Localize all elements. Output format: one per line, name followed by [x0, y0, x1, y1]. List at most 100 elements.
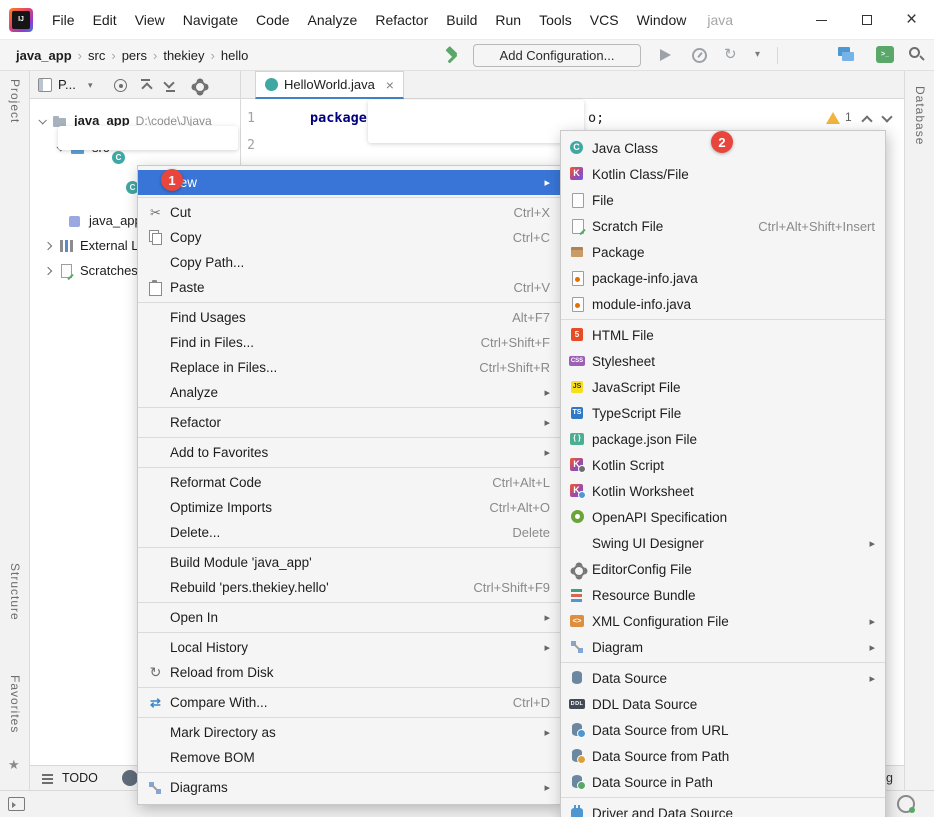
menu-item-data-source-from-path[interactable]: Data Source from Path — [561, 743, 885, 769]
menu-item-find-in-files[interactable]: Find in Files... Ctrl+Shift+F — [138, 330, 560, 355]
build-hammer-icon[interactable] — [444, 47, 461, 64]
menu-item-remove-bom[interactable]: Remove BOM — [138, 745, 560, 770]
tool-window-button-favorites[interactable]: Favorites — [8, 675, 22, 733]
menu-item-data-source-in-path[interactable]: Data Source in Path — [561, 769, 885, 795]
menu-item-delete[interactable]: Delete... Delete — [138, 520, 560, 545]
project-structure-icon[interactable] — [838, 47, 855, 63]
menubar-item-view[interactable]: View — [126, 0, 174, 40]
menu-item-xml-configuration-file[interactable]: XML Configuration File ▸ — [561, 608, 885, 634]
menubar-item-build[interactable]: Build — [437, 0, 486, 40]
menubar-item-window[interactable]: Window — [628, 0, 696, 40]
breadcrumb-item-thekiey[interactable]: thekiey — [161, 48, 206, 63]
favorites-star-icon[interactable] — [8, 757, 20, 773]
menubar-item-edit[interactable]: Edit — [84, 0, 126, 40]
menu-item-diagram[interactable]: Diagram ▸ — [561, 634, 885, 660]
menu-item-cut[interactable]: Cut Ctrl+X — [138, 200, 560, 225]
menu-item-kotlin-script[interactable]: Kotlin Script — [561, 452, 885, 478]
project-pane-icon[interactable] — [38, 78, 52, 92]
menu-item-refactor[interactable]: Refactor ▸ — [138, 410, 560, 435]
tree-chevron-icon[interactable] — [43, 266, 53, 275]
expand-all-icon[interactable] — [164, 79, 176, 92]
menu-item-file[interactable]: File — [561, 187, 885, 213]
menu-item-build-module-java-app[interactable]: Build Module 'java_app' — [138, 550, 560, 575]
menu-item-replace-in-files[interactable]: Replace in Files... Ctrl+Shift+R — [138, 355, 560, 380]
menu-item-mark-directory-as[interactable]: Mark Directory as ▸ — [138, 720, 560, 745]
tool-window-button-project[interactable]: Project — [8, 79, 22, 123]
menu-item-package[interactable]: Package — [561, 239, 885, 265]
profiler-icon[interactable] — [692, 48, 707, 63]
menu-item-html-file[interactable]: HTML File — [561, 322, 885, 348]
menu-item-data-source[interactable]: Data Source ▸ — [561, 665, 885, 691]
menu-item-editorconfig-file[interactable]: EditorConfig File — [561, 556, 885, 582]
menu-item-driver-and-data-source[interactable]: Driver and Data Source — [561, 800, 885, 817]
menu-item-reload-from-disk[interactable]: Reload from Disk — [138, 660, 560, 685]
menu-item-paste[interactable]: Paste Ctrl+V — [138, 275, 560, 300]
menu-item-javascript-file[interactable]: JavaScript File — [561, 374, 885, 400]
menu-item-swing-ui-designer[interactable]: Swing UI Designer ▸ — [561, 530, 885, 556]
menubar-item-code[interactable]: Code — [247, 0, 298, 40]
menu-item-rebuild-pers-thekiey-hello[interactable]: Rebuild 'pers.thekiey.hello' Ctrl+Shift+F… — [138, 575, 560, 600]
menu-item-optimize-imports[interactable]: Optimize Imports Ctrl+Alt+O — [138, 495, 560, 520]
collapse-all-icon[interactable] — [140, 79, 152, 92]
menubar-item-navigate[interactable]: Navigate — [174, 0, 247, 40]
tool-window-button-database[interactable]: Database — [913, 86, 927, 145]
add-configuration-button[interactable]: Add Configuration... — [473, 44, 641, 67]
menu-item-open-in[interactable]: Open In ▸ — [138, 605, 560, 630]
tree-chevron-icon[interactable] — [43, 241, 53, 250]
menu-item-new[interactable]: New ▸ — [138, 170, 560, 195]
menubar-item-refactor[interactable]: Refactor — [366, 0, 437, 40]
tool-window-button-structure[interactable]: Structure — [8, 563, 22, 621]
terminal-icon[interactable] — [876, 46, 894, 63]
toggle-toolwindows-icon[interactable] — [8, 797, 25, 811]
menu-item-package-info-java[interactable]: package-info.java — [561, 265, 885, 291]
menu-item-data-source-from-url[interactable]: Data Source from URL — [561, 717, 885, 743]
menubar-item-analyze[interactable]: Analyze — [299, 0, 367, 40]
menu-item-add-to-favorites[interactable]: Add to Favorites ▸ — [138, 440, 560, 465]
menu-item-package-json-file[interactable]: package.json File — [561, 426, 885, 452]
menu-item-reformat-code[interactable]: Reformat Code Ctrl+Alt+L — [138, 470, 560, 495]
status-circle-icon[interactable] — [122, 770, 138, 786]
menu-item-ddl-data-source[interactable]: DDL Data Source — [561, 691, 885, 717]
search-everywhere-icon[interactable] — [909, 47, 920, 58]
menu-item-copy[interactable]: Copy Ctrl+C — [138, 225, 560, 250]
menu-item-kotlin-worksheet[interactable]: Kotlin Worksheet — [561, 478, 885, 504]
menu-item-analyze[interactable]: Analyze ▸ — [138, 380, 560, 405]
next-warning-icon[interactable] — [881, 111, 893, 123]
menu-item-module-info-java[interactable]: module-info.java — [561, 291, 885, 317]
project-pane-caret-icon[interactable]: ▾ — [88, 71, 93, 99]
rerun-icon[interactable]: ↻ — [724, 45, 737, 63]
menubar-item-tools[interactable]: Tools — [530, 0, 581, 40]
menu-item-typescript-file[interactable]: TypeScript File — [561, 400, 885, 426]
run-icon[interactable] — [660, 49, 671, 61]
menu-item-stylesheet[interactable]: Stylesheet — [561, 348, 885, 374]
close-button[interactable]: × — [889, 0, 934, 40]
breadcrumb-item-src[interactable]: src — [86, 48, 107, 63]
breadcrumb-item-pers[interactable]: pers — [120, 48, 149, 63]
menu-item-diagrams[interactable]: Diagrams ▸ — [138, 775, 560, 800]
minimize-button[interactable] — [799, 0, 844, 40]
menu-item-find-usages[interactable]: Find Usages Alt+F7 — [138, 305, 560, 330]
tree-chevron-icon[interactable] — [38, 115, 47, 125]
tab-close-icon[interactable]: × — [386, 78, 394, 92]
warning-icon[interactable] — [826, 112, 840, 124]
chevron-down-icon[interactable]: ▾ — [755, 49, 760, 60]
background-tasks-icon[interactable] — [897, 795, 915, 813]
menu-item-copy-path[interactable]: Copy Path... — [138, 250, 560, 275]
breadcrumb-item-java-app[interactable]: java_app — [14, 48, 74, 63]
locate-file-icon[interactable] — [114, 79, 127, 92]
menubar-item-vcs[interactable]: VCS — [581, 0, 628, 40]
menu-item-scratch-file[interactable]: Scratch File Ctrl+Alt+Shift+Insert — [561, 213, 885, 239]
maximize-button[interactable] — [844, 0, 889, 40]
menubar-item-file[interactable]: File — [43, 0, 84, 40]
editor-tab-helloworld[interactable]: HelloWorld.java × — [255, 71, 404, 99]
menu-item-resource-bundle[interactable]: Resource Bundle — [561, 582, 885, 608]
menu-item-compare-with[interactable]: Compare With... Ctrl+D — [138, 690, 560, 715]
settings-gear-icon[interactable] — [192, 79, 206, 93]
breadcrumb-item-hello[interactable]: hello — [219, 48, 250, 63]
todo-tab[interactable]: TODO — [62, 766, 98, 791]
event-log-fragment[interactable]: g — [886, 766, 893, 791]
menubar-item-run[interactable]: Run — [486, 0, 530, 40]
previous-warning-icon[interactable] — [861, 115, 873, 127]
menu-item-kotlin-class-file[interactable]: Kotlin Class/File — [561, 161, 885, 187]
menu-item-local-history[interactable]: Local History ▸ — [138, 635, 560, 660]
